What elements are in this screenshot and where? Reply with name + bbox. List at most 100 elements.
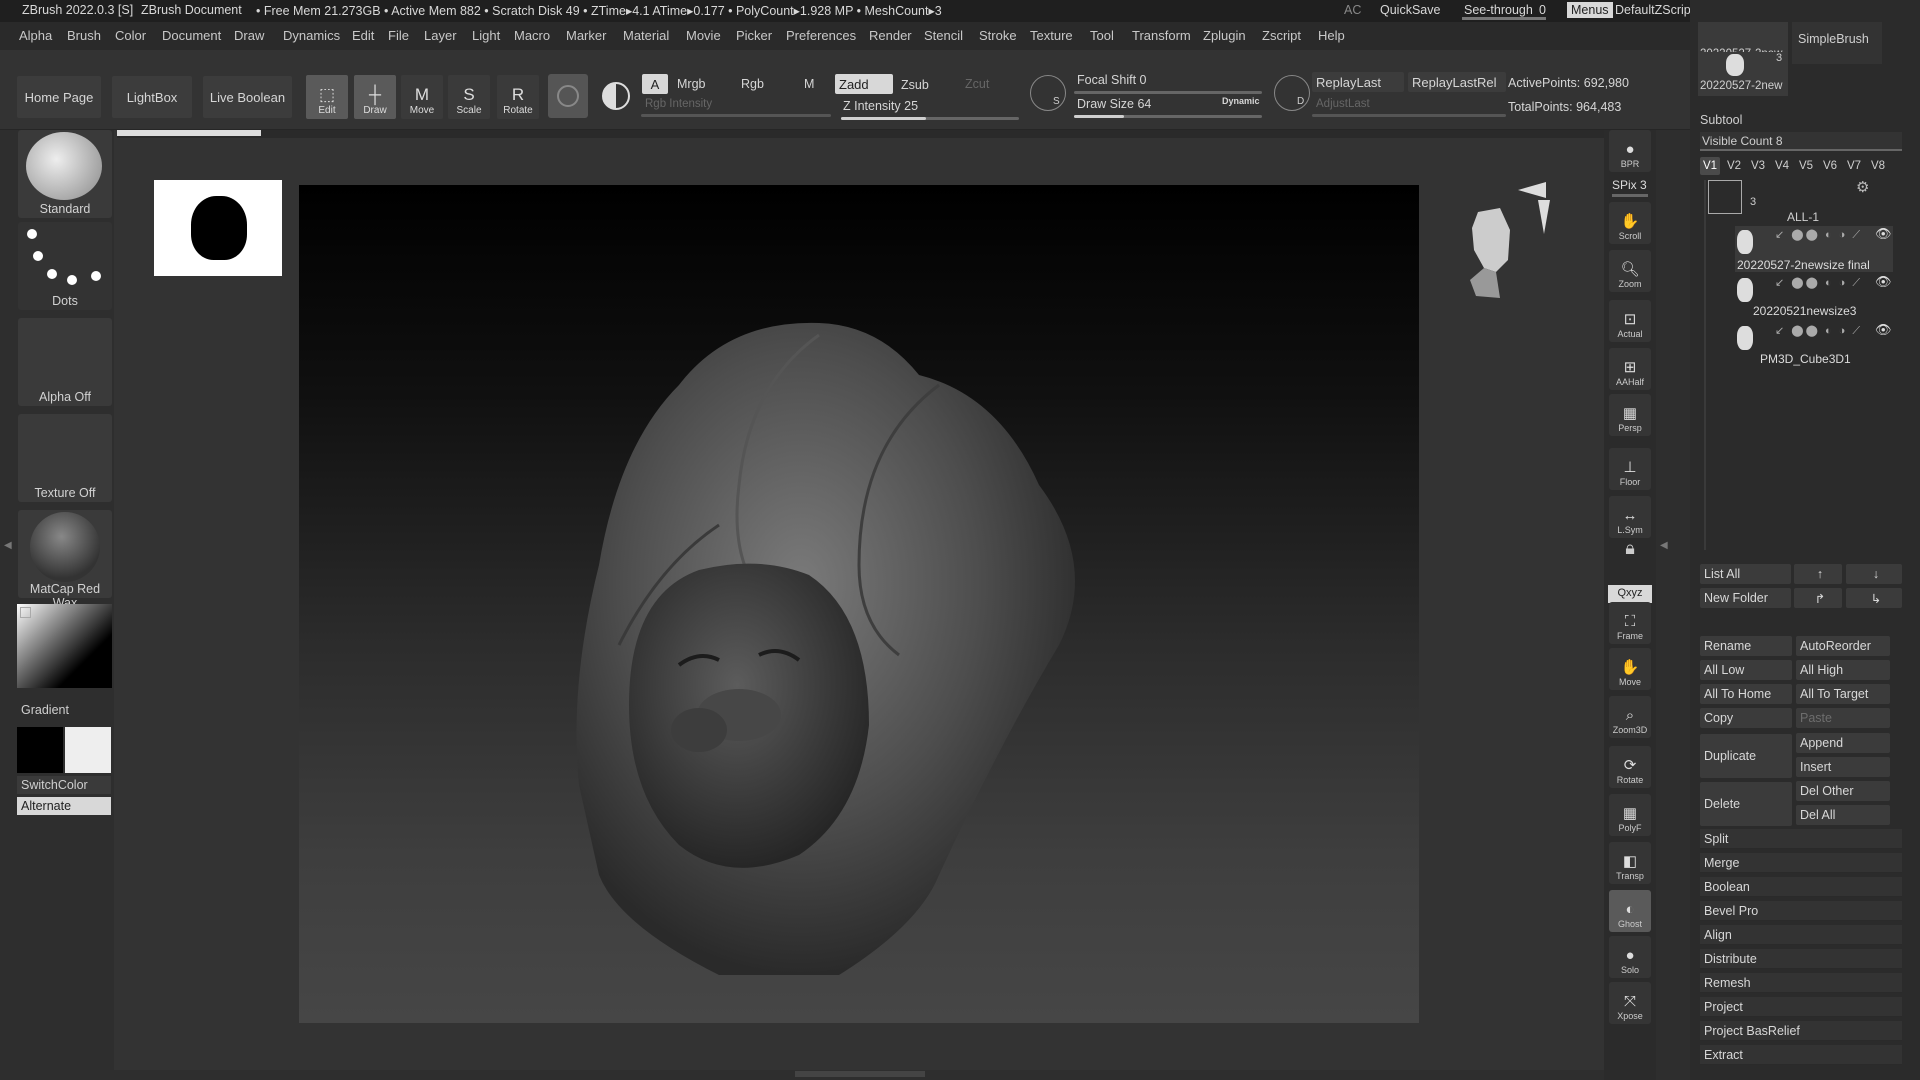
folder-name[interactable]: ALL-1 [1787, 210, 1819, 224]
mrgb-toggle[interactable]: Mrgb [677, 77, 705, 91]
see-through-slider[interactable] [1462, 17, 1546, 20]
all-to-home-button[interactable]: All To Home [1700, 684, 1792, 704]
menus-toggle[interactable]: Menus [1567, 2, 1613, 18]
alternate-toggle[interactable]: Alternate [17, 797, 111, 815]
folder-icon[interactable] [1708, 180, 1742, 214]
menu-render[interactable]: Render [869, 28, 912, 43]
primary-color-swatch[interactable] [17, 727, 63, 773]
menu-stroke[interactable]: Stroke [979, 28, 1017, 43]
lightbox-button[interactable]: LightBox [112, 76, 192, 118]
insert-before-arrow-icon[interactable]: ↱ [1794, 588, 1842, 608]
dynamic-toggle[interactable]: Dynamic [1222, 96, 1260, 106]
viewport-polyf-button[interactable]: ▦ PolyF [1609, 794, 1651, 836]
version-tab-v1[interactable]: V1 [1700, 157, 1720, 175]
move-mode-button[interactable]: M Move [401, 75, 443, 119]
live-boolean-button[interactable]: Live Boolean [203, 76, 292, 118]
visible-count-slider[interactable]: Visible Count 8 [1700, 132, 1902, 150]
scale-mode-button[interactable]: S Scale [448, 75, 490, 119]
navigation-head-icon[interactable] [1460, 200, 1520, 300]
menu-layer[interactable]: Layer [424, 28, 457, 43]
draw-mode-button[interactable]: ┼ Draw [354, 75, 396, 119]
list-all-button[interactable]: List All [1700, 564, 1791, 584]
project-basrelief-button[interactable]: Project BasRelief [1700, 1021, 1902, 1041]
gradient-checkbox[interactable] [20, 607, 31, 618]
menu-preferences[interactable]: Preferences [786, 28, 856, 43]
version-tab-v3[interactable]: V3 [1748, 157, 1768, 175]
brush-slot[interactable]: Standard [18, 130, 112, 218]
viewport-ghost-button[interactable]: ◐ Ghost [1609, 890, 1651, 932]
half-sphere-toggle[interactable] [596, 76, 634, 116]
viewport-aahalf-button[interactable]: ⊞ AAHalf [1609, 348, 1651, 390]
zsub-toggle[interactable]: Zsub [901, 78, 929, 92]
subtool-controls[interactable]: ↙ ⬤⬤ ◐ ◑ ⟋ [1775, 228, 1862, 242]
menu-stencil[interactable]: Stencil [924, 28, 963, 43]
secondary-color-swatch[interactable] [65, 727, 111, 773]
menu-edit[interactable]: Edit [352, 28, 374, 43]
boolean-button[interactable]: Boolean [1700, 877, 1902, 897]
viewport-actual-button[interactable]: ⊡ Actual [1609, 300, 1651, 342]
ac-indicator[interactable]: AC [1344, 3, 1361, 17]
subtool-scrollbar[interactable] [1704, 180, 1706, 550]
home-page-button[interactable]: Home Page [17, 76, 101, 118]
replaylast-button[interactable]: ReplayLast [1312, 72, 1404, 92]
rgb-intensity-slider[interactable] [641, 114, 831, 117]
a-toggle[interactable]: A [642, 74, 668, 94]
spix-slider[interactable] [1612, 194, 1648, 197]
axis-gizmo-icon[interactable] [1518, 178, 1558, 238]
zadd-toggle[interactable]: Zadd [835, 74, 893, 94]
version-tab-v6[interactable]: V6 [1820, 157, 1840, 175]
menu-tool[interactable]: Tool [1090, 28, 1114, 43]
remesh-button[interactable]: Remesh [1700, 973, 1902, 993]
viewport-persp-button[interactable]: ▦ Persp [1609, 394, 1651, 436]
menu-zscript[interactable]: Zscript [1262, 28, 1301, 43]
menu-material[interactable]: Material [623, 28, 669, 43]
right-tray-arrow-icon[interactable]: ◀ [1660, 540, 1668, 560]
bottom-tray-handle[interactable] [795, 1071, 925, 1077]
project-button[interactable]: Project [1700, 997, 1902, 1017]
default-zscript-button[interactable]: DefaultZScript [1615, 3, 1694, 17]
subtool-item[interactable]: ↙ ⬤⬤ ◐ ◑ ⟋ 👁︎ 20220521newsize3 [1735, 274, 1893, 320]
move-up-button[interactable]: ↑ [1794, 564, 1842, 584]
subtool-controls[interactable]: ↙ ⬤⬤ ◐ ◑ ⟋ [1775, 324, 1862, 338]
lock-icon[interactable]: 🔒︎ [1609, 538, 1651, 580]
menu-draw[interactable]: Draw [234, 28, 264, 43]
viewport-bpr-button[interactable]: ● BPR [1609, 130, 1651, 172]
subtool-controls[interactable]: ↙ ⬤⬤ ◐ ◑ ⟋ [1775, 276, 1862, 290]
all-to-target-button[interactable]: All To Target [1796, 684, 1890, 704]
viewport-transp-button[interactable]: ◧ Transp [1609, 842, 1651, 884]
duplicate-button[interactable]: Duplicate [1700, 734, 1792, 778]
align-button[interactable]: Align [1700, 925, 1902, 945]
spix-readout[interactable]: SPix 3 [1612, 178, 1647, 192]
rename-button[interactable]: Rename [1700, 636, 1792, 656]
delete-button[interactable]: Delete [1700, 782, 1792, 826]
viewport-zoom3d-button[interactable]: ⌕ Zoom3D [1609, 696, 1651, 738]
extract-button[interactable]: Extract [1700, 1045, 1902, 1065]
version-tab-v5[interactable]: V5 [1796, 157, 1816, 175]
viewport-zoom-button[interactable]: 🔍︎ Zoom [1609, 250, 1651, 292]
viewport-l-sym-button[interactable]: ↔ L.Sym [1609, 496, 1651, 538]
tool-thumb-simplebrush[interactable]: SimpleBrush [1792, 22, 1882, 64]
new-folder-button[interactable]: New Folder [1700, 588, 1791, 608]
menu-texture[interactable]: Texture [1030, 28, 1073, 43]
menu-help[interactable]: Help [1318, 28, 1345, 43]
version-tab-v4[interactable]: V4 [1772, 157, 1792, 175]
visibility-eye-icon[interactable]: 👁︎ [1875, 322, 1892, 338]
del-other-button[interactable]: Del Other [1796, 781, 1890, 801]
version-tab-v2[interactable]: V2 [1724, 157, 1744, 175]
focal-shift-slider[interactable] [1074, 91, 1262, 94]
s-lazy-mouse-dial[interactable]: S [1030, 75, 1066, 111]
menu-picker[interactable]: Picker [736, 28, 772, 43]
gradient-swatch[interactable] [17, 604, 112, 688]
del-all-button[interactable]: Del All [1796, 805, 1890, 825]
subtool-item[interactable]: ↙ ⬤⬤ ◐ ◑ ⟋ 👁︎ 20220527-2newsize final [1735, 226, 1893, 272]
split-button[interactable]: Split [1700, 829, 1902, 849]
rgb-toggle[interactable]: Rgb [741, 77, 764, 91]
insert-after-arrow-icon[interactable]: ↳ [1846, 588, 1902, 608]
append-button[interactable]: Append [1796, 733, 1890, 753]
see-through-label[interactable]: See-through [1464, 3, 1533, 17]
subtool-item[interactable]: ↙ ⬤⬤ ◐ ◑ ⟋ 👁︎ PM3D_Cube3D1 [1735, 322, 1893, 368]
menu-macro[interactable]: Macro [514, 28, 550, 43]
stroke-slot[interactable]: Dots [18, 222, 112, 310]
xyz-symmetry-toggle[interactable]: Qxyz [1608, 585, 1652, 603]
viewport-solo-button[interactable]: ● Solo [1609, 936, 1651, 978]
